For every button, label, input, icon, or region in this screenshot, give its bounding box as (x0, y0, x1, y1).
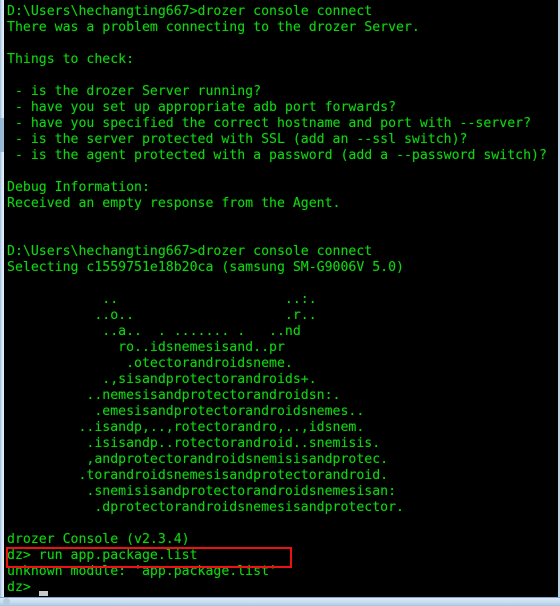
terminal-line: - is the agent protected with a password… (7, 148, 547, 163)
terminal-text: D:\Users\hechangting667>drozer console c… (7, 4, 547, 596)
terminal-line: ..nemesisandprotectorandroidsn:. (7, 388, 341, 403)
terminal-line: drozer Console (v2.3.4) (7, 532, 190, 547)
terminal-line: Things to check: (7, 52, 135, 67)
window-bottom-chrome (0, 597, 560, 606)
window-resize-grip[interactable] (3, 598, 10, 605)
terminal-line: Received an empty response from the Agen… (7, 196, 341, 211)
terminal-line: ..o.. .r.. (7, 308, 317, 323)
text-cursor (39, 591, 48, 596)
terminal-line: .snemisisandprotectorandroidsnemesisan: (7, 484, 397, 499)
terminal-line: .. ..:. (7, 292, 317, 307)
terminal-line: .torandroidsnemesisandprotectorandroid. (7, 468, 389, 483)
terminal-line: There was a problem connecting to the dr… (7, 20, 420, 35)
terminal-line: Debug Information: (7, 180, 150, 195)
terminal-line: .,sisandprotectorandroids+. (7, 372, 317, 387)
terminal-line: dz> run app.package.list (7, 548, 198, 563)
terminal-line: D:\Users\hechangting667>drozer console c… (7, 244, 373, 259)
terminal-line: - have you specified the correct hostnam… (7, 116, 532, 131)
terminal-line: Selecting c1559751e18b20ca (samsung SM-G… (7, 260, 404, 275)
terminal-line: ,andprotectorandroidsnemisisandprotec. (7, 452, 389, 467)
terminal-line: unknown module: 'app.package.list' (7, 564, 277, 579)
terminal-line: .isisandp..rotectorandroid..snemisis. (7, 436, 381, 451)
terminal-line: ..isandp,..,rotectorandro,..,idsnem. (7, 420, 365, 435)
terminal-line: - have you set up appropriate adb port f… (7, 100, 397, 115)
terminal-line: - is the server protected with SSL (add … (7, 132, 468, 147)
terminal-line: ro..idsnemesisand..pr (7, 340, 285, 355)
terminal-line: .otectorandroidsneme. (7, 356, 293, 371)
terminal-line: .dprotectorandroidsnemesisandprotector. (7, 500, 404, 515)
terminal-line: dz> (7, 580, 39, 595)
terminal-line: ..a.. . ....... . ..nd (7, 324, 301, 339)
terminal-surface[interactable]: D:\Users\hechangting667>drozer console c… (4, 0, 558, 598)
console-window[interactable]: D:\Users\hechangting667>drozer console c… (0, 0, 560, 606)
terminal-line: - is the drozer Server running? (7, 84, 262, 99)
terminal-line: D:\Users\hechangting667>drozer console c… (7, 4, 373, 19)
terminal-line: .emesisandprotectorandroidsnemes.. (7, 404, 365, 419)
